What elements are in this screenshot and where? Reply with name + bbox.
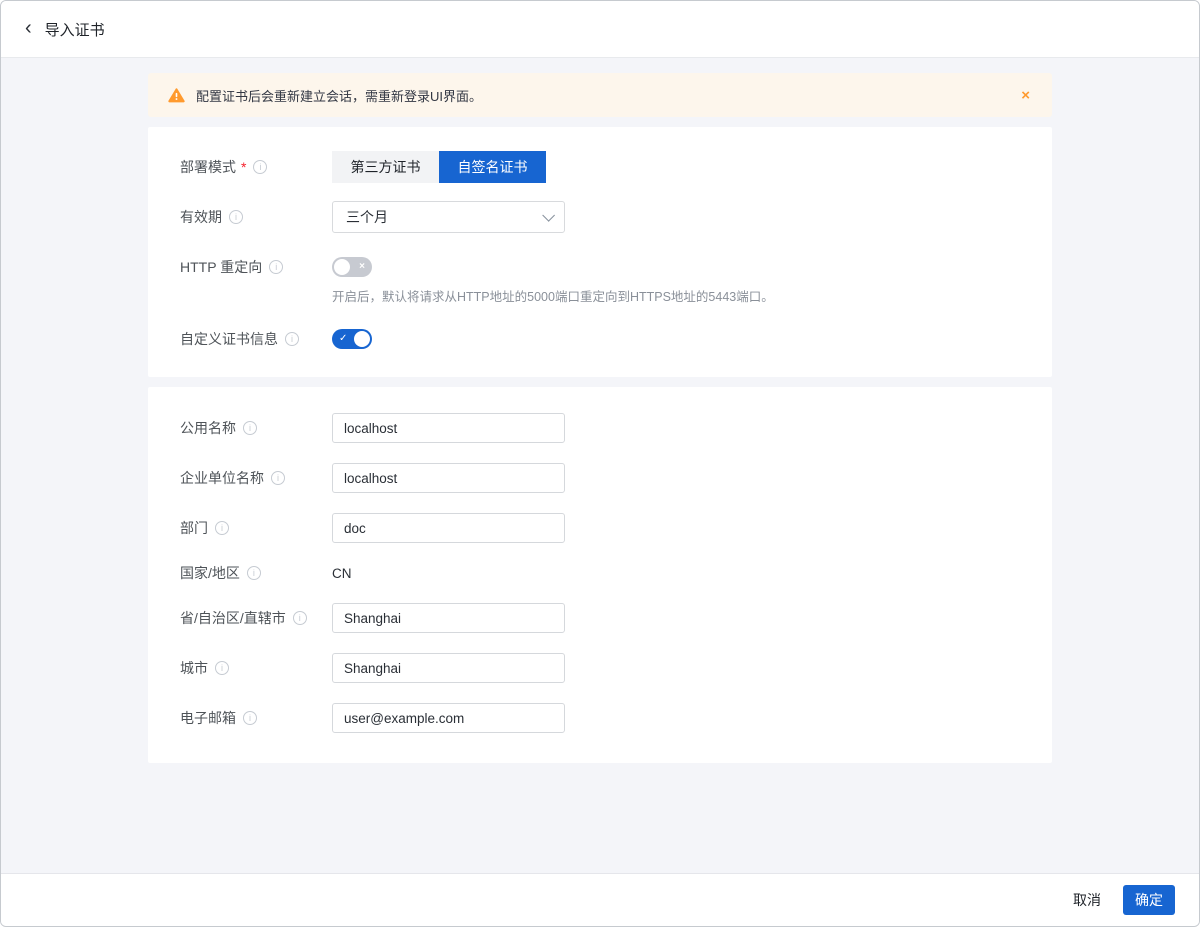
cert-field-label: 部门i [180,518,332,538]
page-header: ‹ 导入证书 [1,1,1199,58]
cert-field-row: 电子邮箱i [180,703,1020,733]
cert-field-row: 企业单位名称i [180,463,1020,493]
required-asterisk: * [241,159,246,175]
toggle-on-check-icon: ✓ [339,329,347,349]
http-redirect-label: HTTP 重定向i [180,257,332,277]
validity-row: 有效期i 三个月 [180,201,1020,233]
cert-field-label: 国家/地区i [180,563,332,583]
banner-close-icon[interactable]: × [1021,88,1030,103]
main-content: 配置证书后会重新建立会话，需重新登录UI界面。 × 部署模式*i 第三方证书 自… [1,58,1199,873]
deploy-mode-option-third-party[interactable]: 第三方证书 [332,151,439,183]
cert-field-row: 省/自治区/直辖市i [180,603,1020,633]
import-certificate-page: ‹ 导入证书 配置证书后会重新建立会话，需重新登录UI界面。 × 部署模式*i [0,0,1200,927]
cert-field-label: 企业单位名称i [180,468,332,488]
info-icon[interactable]: i [285,332,299,346]
info-icon[interactable]: i [247,566,261,580]
warning-banner: 配置证书后会重新建立会话，需重新登录UI界面。 × [148,73,1052,117]
deploy-mode-segmented-control: 第三方证书 自签名证书 [332,151,546,183]
confirm-button[interactable]: 确定 [1123,885,1175,915]
http-redirect-help-text: 开启后，默认将请求从HTTP地址的5000端口重定向到HTTPS地址的5443端… [332,286,1020,305]
info-icon[interactable]: i [293,611,307,625]
custom-cert-label: 自定义证书信息i [180,329,332,349]
info-icon[interactable]: i [243,421,257,435]
cert-field-row: 部门i [180,513,1020,543]
cert-field-input[interactable] [332,413,565,443]
validity-selected-value: 三个月 [346,207,388,227]
cert-field-input[interactable] [332,603,565,633]
cert-field-row: 国家/地区i CN [180,563,1020,583]
http-redirect-row: HTTP 重定向i × [180,257,1020,277]
cert-field-label: 城市i [180,658,332,678]
http-redirect-toggle[interactable]: × [332,257,372,277]
page-title: 导入证书 [45,19,105,40]
validity-label: 有效期i [180,207,332,227]
toggle-off-mark-icon: × [359,257,365,277]
info-icon[interactable]: i [269,260,283,274]
back-icon[interactable]: ‹ [25,18,32,38]
toggle-knob [334,259,350,275]
cert-field-input[interactable] [332,703,565,733]
info-icon[interactable]: i [215,521,229,535]
cert-field-label: 省/自治区/直辖市i [180,608,332,628]
deployment-settings-card: 部署模式*i 第三方证书 自签名证书 有效期i 三个月 [148,127,1052,377]
cert-field-row: 公用名称i [180,413,1020,443]
cert-field-row: 城市i [180,653,1020,683]
warning-message: 配置证书后会重新建立会话，需重新登录UI界面。 [196,86,482,105]
cancel-button[interactable]: 取消 [1073,890,1101,910]
cert-field-input[interactable] [332,653,565,683]
info-icon[interactable]: i [229,210,243,224]
http-redirect-block: HTTP 重定向i × 开启后，默认将请求从HTTP地址的5000端口重定向到H… [180,257,1020,305]
info-icon[interactable]: i [271,471,285,485]
custom-cert-toggle[interactable]: ✓ [332,329,372,349]
cert-field-static-value: CN [332,566,352,581]
deploy-mode-label: 部署模式*i [180,157,332,177]
toggle-knob [354,331,370,347]
cert-field-input[interactable] [332,513,565,543]
cert-field-label: 公用名称i [180,418,332,438]
cert-field-label: 电子邮箱i [180,708,332,728]
chevron-down-icon [542,209,555,222]
info-icon[interactable]: i [253,160,267,174]
warning-triangle-icon [168,88,185,103]
validity-select[interactable]: 三个月 [332,201,565,233]
page-footer: 取消 确定 [1,873,1199,926]
info-icon[interactable]: i [215,661,229,675]
deploy-mode-row: 部署模式*i 第三方证书 自签名证书 [180,151,1020,183]
info-icon[interactable]: i [243,711,257,725]
cert-field-input[interactable] [332,463,565,493]
custom-cert-row: 自定义证书信息i ✓ [180,329,1020,349]
certificate-info-card: 公用名称i 企业单位名称i 部门i 国家/地区i CN 省/自治区/直辖市i [148,387,1052,763]
deploy-mode-option-self-signed[interactable]: 自签名证书 [439,151,546,183]
